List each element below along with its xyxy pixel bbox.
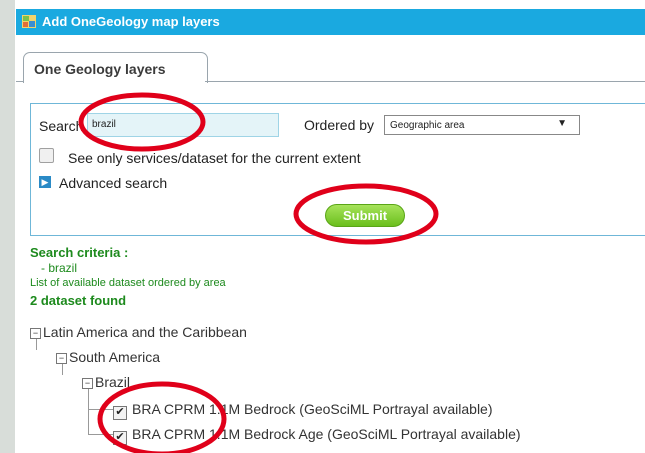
tree-connector (88, 409, 113, 410)
tree-connector (88, 386, 89, 434)
dropdown-arrow-icon: ▼ (557, 118, 567, 129)
tree-node-label: South America (69, 349, 161, 365)
tree-node-region[interactable]: − Latin America and the Caribbean (30, 324, 247, 340)
tree-node-country[interactable]: − Brazil (82, 374, 130, 390)
current-extent-checkbox[interactable] (39, 148, 54, 163)
map-layers-icon (22, 15, 36, 28)
dataset-order-label: List of available dataset ordered by are… (30, 277, 226, 289)
collapse-minus-icon[interactable]: − (56, 353, 67, 364)
ordered-by-label: Ordered by (304, 117, 375, 133)
dataset-checkbox[interactable]: ✔ (113, 406, 127, 420)
dataset-count: 2 dataset found (30, 293, 127, 308)
tree-connector (88, 434, 113, 435)
dataset-checkbox[interactable]: ✔ (113, 431, 127, 445)
search-criteria-item: - brazil (41, 261, 78, 275)
ordered-by-select[interactable]: Geographic area ▼ (384, 115, 580, 135)
search-input[interactable]: brazil (87, 113, 279, 137)
tab-strip-line (205, 81, 645, 82)
ordered-by-value: Geographic area (390, 120, 465, 131)
dataset-leaf[interactable]: ✔ BRA CPRM 1:1M Bedrock (GeoSciML Portray… (113, 401, 493, 420)
search-criteria-title: Search criteria : (30, 245, 129, 260)
tab-label: One Geology layers (34, 61, 166, 77)
submit-button[interactable]: Submit (325, 204, 405, 227)
dataset-label: BRA CPRM 1:1M Bedrock Age (GeoSciML Port… (132, 426, 521, 442)
tree-node-label: Brazil (95, 374, 131, 390)
current-extent-label: See only services/dataset for the curren… (68, 150, 361, 166)
dialog-title: Add OneGeology map layers (42, 14, 220, 29)
dialog-titlebar: Add OneGeology map layers (16, 9, 645, 35)
advanced-search-link[interactable]: Advanced search (59, 175, 167, 191)
collapse-minus-icon[interactable]: − (30, 328, 41, 339)
expand-arrow-icon[interactable]: ▶ (39, 176, 51, 188)
tree-node-subregion[interactable]: − South America (56, 349, 160, 365)
dataset-leaf[interactable]: ✔ BRA CPRM 1:1M Bedrock Age (GeoSciML Por… (113, 426, 521, 445)
collapse-minus-icon[interactable]: − (82, 378, 93, 389)
tree-node-label: Latin America and the Caribbean (43, 324, 247, 340)
search-label: Search (39, 118, 84, 134)
dataset-label: BRA CPRM 1:1M Bedrock (GeoSciML Portraya… (132, 401, 493, 417)
tab-onegeology-layers[interactable]: One Geology layers (23, 52, 208, 83)
